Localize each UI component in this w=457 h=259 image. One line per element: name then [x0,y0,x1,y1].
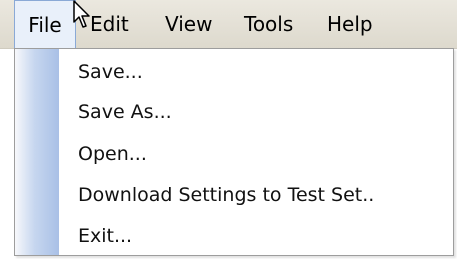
mouse-pointer-icon [73,0,90,28]
menu-icon-gutter [15,49,59,255]
menu-edit[interactable]: Edit [90,0,129,48]
menu-view[interactable]: View [165,0,212,48]
menu-file[interactable]: File [14,0,76,50]
menu-item-save-as[interactable]: Save As... [59,93,453,131]
menu-help[interactable]: Help [327,0,373,48]
menu-tools[interactable]: Tools [244,0,293,48]
menu-item-open[interactable]: Open... [59,135,453,173]
menu-item-save[interactable]: Save... [59,53,453,91]
application-window: File Edit View Tools Help Save... Save A… [0,0,457,259]
menu-item-exit[interactable]: Exit... [59,217,453,255]
menu-bar: File Edit View Tools Help [0,0,457,50]
file-menu-dropdown: Save... Save As... Open... Download Sett… [14,48,454,256]
menu-item-download-settings[interactable]: Download Settings to Test Set.. [59,176,453,214]
